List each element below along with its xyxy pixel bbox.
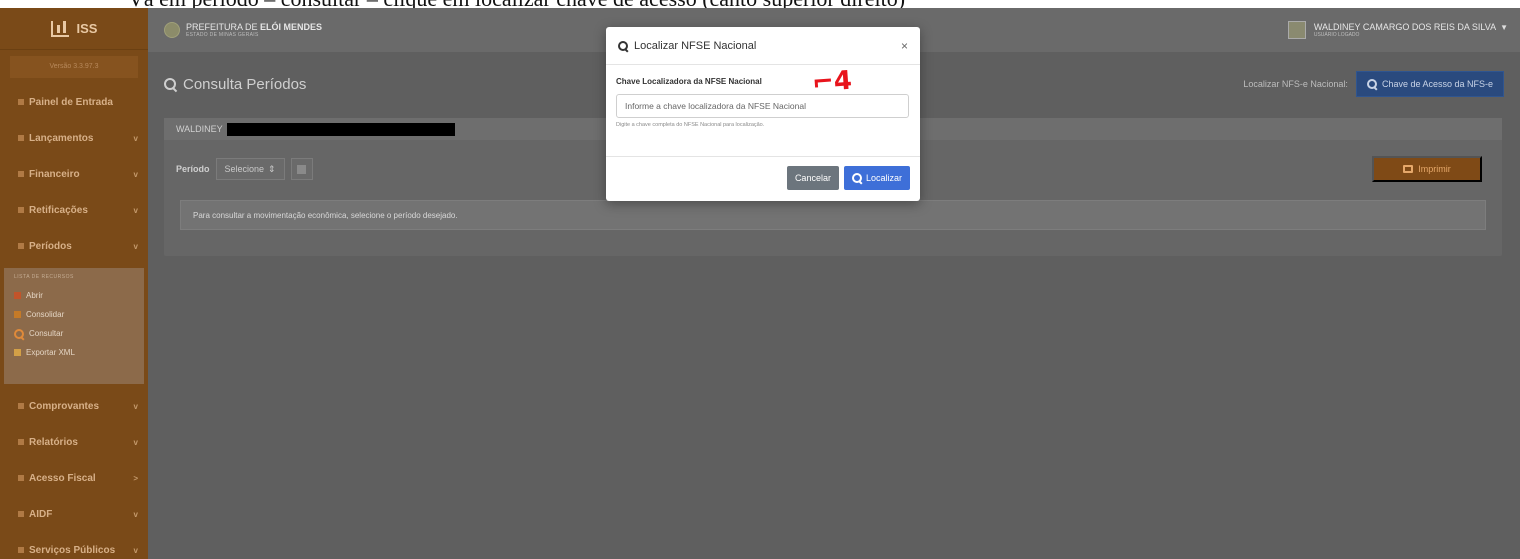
sidebar-item-relatorios[interactable]: Relatórios v — [0, 424, 148, 460]
sidebar-item-financeiro[interactable]: Financeiro v — [0, 156, 148, 192]
user-icon — [18, 475, 24, 481]
search-icon — [164, 77, 177, 91]
search-icon — [18, 547, 24, 553]
folder-icon — [18, 243, 24, 249]
avatar — [1287, 21, 1306, 39]
folder-icon — [18, 99, 24, 105]
step-annotation: ⌐4 — [811, 65, 853, 99]
owner-name: WALDINEY — [176, 124, 223, 134]
calendar-button[interactable] — [290, 158, 313, 180]
chevron-down-icon: v — [133, 509, 138, 519]
access-key-label: Chave Localizadora da NFSE Nacional — [616, 77, 762, 86]
app-name: ISS — [76, 21, 98, 36]
locate-nfse-modal: Localizar NFSE Nacional × Chave Localiza… — [606, 27, 920, 201]
sidebar-item-painel[interactable]: Painel de Entrada — [0, 84, 148, 120]
search-icon — [14, 328, 24, 339]
access-key-help: Digite a chave completa do NFSE Nacional… — [616, 122, 765, 128]
app-logo[interactable]: ISS — [0, 8, 148, 50]
search-icon — [618, 40, 628, 51]
org-state: ESTADO DE MINAS GERAIS — [186, 32, 259, 38]
info-notice: Para consultar a movimentação econômica,… — [180, 200, 1486, 230]
sidebar-item-comprovantes[interactable]: Comprovantes v — [0, 388, 148, 424]
chevron-down-icon: v — [133, 133, 138, 143]
user-name: WALDINEY CAMARGO DOS REIS DA SILVA ▼ — [1313, 22, 1508, 32]
user-role: USUÁRIO LOGADO — [1313, 32, 1360, 38]
period-label: Período — [176, 164, 210, 174]
folder-icon — [18, 207, 24, 213]
search-icon — [851, 173, 862, 183]
access-key-input[interactable] — [616, 94, 909, 118]
sidebar-item-acesso-fiscal[interactable]: Acesso Fiscal > — [0, 460, 148, 496]
calendar-check-icon — [14, 311, 21, 318]
search-icon — [1366, 79, 1377, 89]
app-window: ISS Versão 3.3.97.3 Painel de Entrada La… — [0, 8, 1520, 559]
period-select[interactable]: Selecione ⇕ — [215, 158, 285, 180]
chart-icon — [50, 20, 69, 37]
folder-icon — [18, 403, 24, 409]
sidebar-item-lancamentos[interactable]: Lançamentos v — [0, 120, 148, 156]
sidebar-item-retificacoes[interactable]: Retificações v — [0, 192, 148, 228]
city-crest-icon — [164, 22, 180, 38]
submenu-item-consultar[interactable]: Consultar — [14, 324, 134, 343]
modal-header: Localizar NFSE Nacional × — [606, 27, 920, 65]
sidebar: ISS Versão 3.3.97.3 Painel de Entrada La… — [0, 8, 148, 559]
chevron-down-icon: v — [133, 169, 138, 179]
locate-nfse-label: Localizar NFS-e Nacional: — [1243, 79, 1348, 89]
sidebar-item-periodos[interactable]: Períodos v — [0, 228, 148, 264]
select-arrows-icon: ⇕ — [268, 163, 276, 174]
calendar-icon — [14, 292, 21, 299]
redacted-block — [226, 122, 455, 136]
version-label: Versão 3.3.97.3 — [10, 56, 138, 78]
submenu-item-exportar-xml[interactable]: Exportar XML — [14, 343, 134, 362]
access-key-button[interactable]: Chave de Acesso da NFS-e — [1355, 71, 1504, 97]
calendar-icon — [297, 164, 307, 174]
tutorial-caption: Vá em período – consultar – clique em lo… — [0, 0, 1520, 8]
folder-icon — [18, 439, 24, 445]
user-icon — [18, 511, 24, 517]
close-icon[interactable]: × — [901, 39, 908, 53]
chevron-down-icon: v — [133, 437, 138, 447]
folder-icon — [18, 171, 24, 177]
chevron-down-icon: v — [133, 241, 138, 251]
chevron-down-icon: v — [133, 205, 138, 215]
submenu-item-abrir[interactable]: Abrir — [14, 286, 134, 305]
modal-footer: Cancelar Localizar — [606, 157, 920, 199]
sidebar-item-aidf[interactable]: AIDF v — [0, 496, 148, 532]
page-title: Consulta Períodos — [164, 76, 306, 93]
folder-icon — [18, 135, 24, 141]
printer-icon — [1403, 165, 1414, 173]
print-button[interactable]: Imprimir — [1372, 156, 1482, 182]
sidebar-item-servicos-publicos[interactable]: Serviços Públicos v — [0, 532, 148, 559]
locate-button[interactable]: Localizar — [843, 166, 910, 190]
chevron-right-icon: > — [133, 473, 138, 483]
caret-down-icon: ▼ — [1500, 23, 1508, 32]
chevron-down-icon: v — [133, 545, 138, 555]
user-menu[interactable]: WALDINEY CAMARGO DOS REIS DA SILVA ▼ USUÁ… — [1287, 21, 1508, 39]
org-brand: PREFEITURA DE ELÓI MENDES ESTADO DE MINA… — [164, 22, 322, 38]
file-icon — [14, 349, 21, 356]
modal-title: Localizar NFSE Nacional — [618, 40, 756, 52]
modal-body: Chave Localizadora da NFSE Nacional Digi… — [606, 65, 920, 157]
periodos-submenu: LISTA DE RECURSOS Abrir Consolidar Consu… — [4, 268, 144, 384]
submenu-title: LISTA DE RECURSOS — [14, 274, 74, 280]
org-title: PREFEITURA DE ELÓI MENDES — [186, 22, 323, 32]
submenu-item-consolidar[interactable]: Consolidar — [14, 305, 134, 324]
cancel-button[interactable]: Cancelar — [786, 166, 839, 190]
chevron-down-icon: v — [133, 401, 138, 411]
